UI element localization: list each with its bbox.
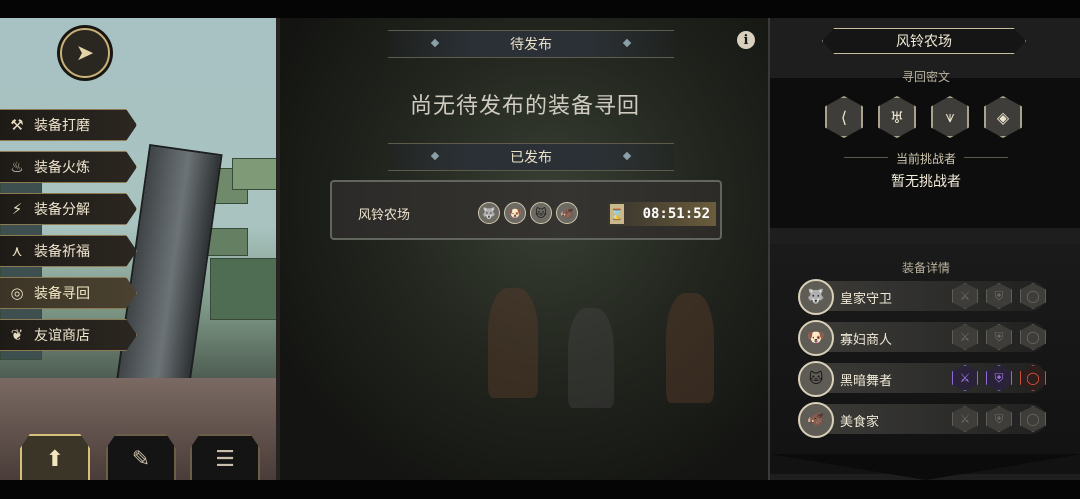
menu-item-friend-shop[interactable]: ❦ 友谊商店	[0, 319, 137, 351]
recall-detail-panel: 风铃农场 寻回密文 ⟨ ♅ ⩛ ◈ 当前挑战者 暂无挑战者 装备详情 🐺 皇家守…	[768, 18, 1080, 480]
list-icon: ☰	[215, 446, 235, 472]
weapon-slot-icon[interactable]: ⚔	[952, 324, 978, 350]
avatar: 🐗	[798, 402, 834, 438]
menu-item-label: 装备分解	[34, 202, 90, 218]
published-header-label: 已发布	[510, 150, 552, 166]
character-silhouette	[666, 293, 714, 403]
back-button[interactable]: ➤	[60, 28, 110, 78]
diamond-deco	[430, 151, 440, 161]
hourglass-icon: ⌛	[610, 204, 624, 224]
character-silhouette	[568, 308, 614, 408]
feather-button[interactable]: ✎	[106, 434, 176, 482]
challenger-label: 当前挑战者	[895, 152, 956, 166]
challenger-value: 暂无挑战者	[891, 174, 961, 190]
gear-row[interactable]: 🐺 皇家守卫 ⚔ ⛨ ◯	[798, 279, 1046, 315]
empty-pending-message: 尚无待发布的装备寻回	[409, 94, 640, 119]
menu-item-forge[interactable]: ♨ 装备火炼	[0, 151, 137, 183]
diamond-deco	[622, 38, 632, 48]
gear-details-label: 装备详情	[901, 261, 950, 275]
member-avatar: 🐱	[530, 202, 552, 224]
weapon-slot-icon[interactable]: ⚔	[952, 406, 978, 432]
menu-item-label: 装备火炼	[34, 160, 90, 176]
published-header: 已发布	[388, 143, 674, 171]
entry-name: 风铃农场	[358, 208, 411, 223]
armor-slot-icon[interactable]: ⛨	[986, 283, 1012, 309]
back-arrow-icon: ➤	[75, 40, 95, 66]
pending-header-label: 待发布	[510, 37, 552, 53]
avatar: 🐱	[798, 361, 834, 397]
fire-icon: ♨	[10, 158, 24, 176]
upload-button[interactable]: ⬆	[20, 434, 90, 482]
gear-row-name: 寡妇商人	[840, 333, 893, 348]
armor-slot-icon[interactable]: ⛨	[986, 365, 1012, 391]
menu-item-label: 友谊商店	[34, 328, 90, 344]
member-avatar: 🐺	[478, 202, 500, 224]
ring-slot-icon[interactable]: ◯	[1020, 365, 1046, 391]
menu-item-label: 装备寻回	[34, 286, 90, 302]
menu-item-pray[interactable]: ⋏ 装备祈福	[0, 235, 137, 267]
gear-row[interactable]: 🐱 黑暗舞者 ⚔ ⛨ ◯	[798, 361, 1046, 397]
avatar: 🐶	[798, 320, 834, 356]
menu-item-label: 装备打磨	[34, 118, 90, 134]
top-letterbox	[0, 0, 1080, 18]
avatar: 🐺	[798, 279, 834, 315]
published-entry[interactable]: 风铃农场 🐺 🐶 🐱 🐗 08:51:52 ⌛	[330, 180, 722, 240]
menu-item-recall[interactable]: ◎ 装备寻回	[0, 277, 137, 309]
gear-row-name: 美食家	[840, 415, 880, 430]
decompose-icon: ⚡	[11, 200, 23, 218]
pray-icon: ⋏	[11, 242, 23, 260]
armor-slot-icon[interactable]: ⛨	[986, 406, 1012, 432]
weapon-slot-icon[interactable]: ⚔	[952, 283, 978, 309]
pending-header: 待发布	[388, 30, 674, 58]
info-icon[interactable]: i	[737, 31, 755, 49]
menu-item-decompose[interactable]: ⚡ 装备分解	[0, 193, 137, 225]
member-avatar: 🐗	[556, 202, 578, 224]
ring-slot-icon[interactable]: ◯	[1020, 406, 1046, 432]
recall-center-panel: 待发布 i 尚无待发布的装备寻回 已发布 风铃农场 🐺 🐶 🐱 🐗 08:51:…	[276, 18, 770, 480]
hammer-icon: ⚒	[10, 116, 24, 134]
feather-icon: ✎	[131, 446, 151, 472]
countdown-timer: 08:51:52	[608, 202, 716, 226]
scene-block	[232, 158, 276, 190]
menu-item-polish[interactable]: ⚒ 装备打磨	[0, 109, 137, 141]
gear-row[interactable]: 🐗 美食家 ⚔ ⛨ ◯	[798, 402, 1046, 438]
timer-value: 08:51:52	[642, 206, 710, 222]
diamond-deco	[430, 38, 440, 48]
member-avatar: 🐶	[504, 202, 526, 224]
recall-cipher-label: 寻回密文	[901, 70, 950, 84]
list-button[interactable]: ☰	[190, 434, 260, 482]
menu-item-label: 装备祈福	[34, 244, 90, 260]
upload-icon: ⬆	[45, 446, 65, 472]
scene-block	[210, 258, 276, 320]
character-silhouette	[488, 288, 538, 398]
stone-tower	[115, 144, 223, 396]
location-title: 风铃农场	[822, 28, 1026, 54]
gear-row-name: 黑暗舞者	[840, 374, 893, 389]
diamond-deco	[622, 151, 632, 161]
fox-icon: ❦	[10, 326, 24, 344]
armor-slot-icon[interactable]: ⛨	[986, 324, 1012, 350]
ring-slot-icon[interactable]: ◯	[1020, 324, 1046, 350]
bottom-letterbox	[0, 480, 1080, 499]
weapon-slot-icon[interactable]: ⚔	[952, 365, 978, 391]
recall-icon: ◎	[10, 284, 24, 302]
ring-slot-icon[interactable]: ◯	[1020, 283, 1046, 309]
gear-row[interactable]: 🐶 寡妇商人 ⚔ ⛨ ◯	[798, 320, 1046, 356]
gear-row-name: 皇家守卫	[840, 292, 893, 307]
